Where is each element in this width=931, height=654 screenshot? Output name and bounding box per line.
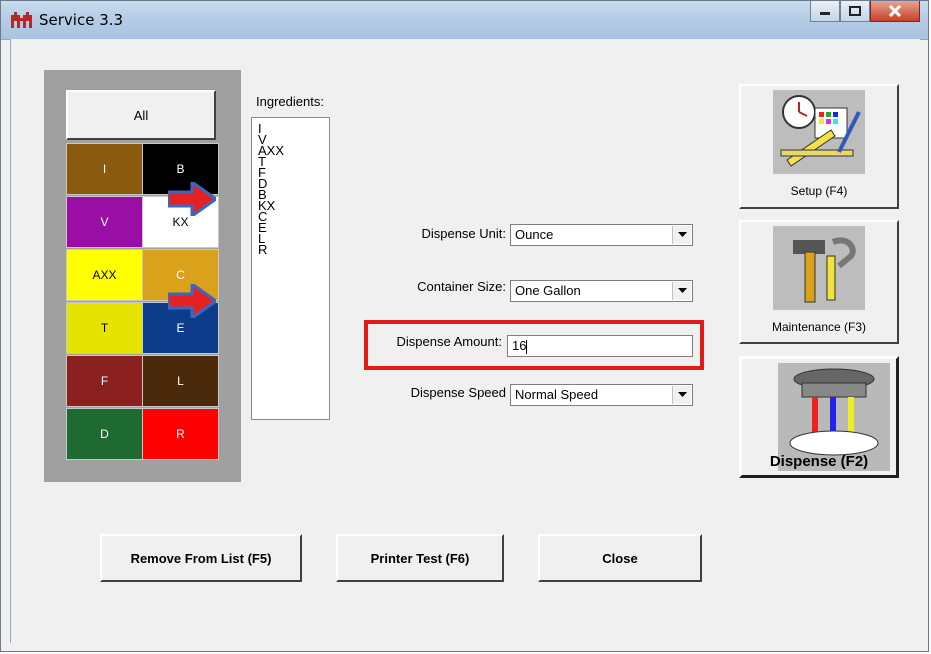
ingredient-item[interactable]: E: [258, 221, 329, 234]
close-icon: [888, 5, 902, 17]
maintenance-label: Maintenance (F3): [771, 320, 867, 334]
color-cell-v[interactable]: V: [66, 196, 143, 248]
dispense-unit-select[interactable]: Ounce: [510, 224, 693, 246]
ingredient-item[interactable]: L: [258, 232, 329, 245]
close-window-button[interactable]: [870, 1, 920, 22]
close-button[interactable]: Close: [538, 534, 702, 582]
ingredients-label: Ingredients:: [256, 94, 324, 109]
ingredient-item[interactable]: R: [258, 243, 329, 256]
tools-icon: [773, 226, 865, 310]
dispense-amount-input[interactable]: 16: [507, 335, 693, 357]
ingredients-list[interactable]: I V AXX T F D B KX C E L R: [251, 117, 330, 420]
setup-label: Setup (F4): [790, 184, 848, 198]
maintenance-button[interactable]: Maintenance (F3): [739, 220, 899, 344]
ingredient-item[interactable]: D: [258, 177, 329, 190]
color-cell-r[interactable]: R: [142, 408, 219, 460]
printer-test-button[interactable]: Printer Test (F6): [336, 534, 504, 582]
color-cell-i[interactable]: I: [66, 143, 143, 195]
setup-icon: [773, 90, 865, 174]
dispense-label: Dispense (F2): [769, 453, 869, 470]
ingredient-item[interactable]: AXX: [258, 144, 329, 157]
color-cell-axx[interactable]: AXX: [66, 249, 143, 301]
remove-from-list-button[interactable]: Remove From List (F5): [100, 534, 302, 582]
dispense-unit-label: Dispense Unit:: [421, 226, 506, 241]
ingredient-item[interactable]: KX: [258, 199, 329, 212]
setup-button[interactable]: Setup (F4): [739, 84, 899, 209]
chevron-down-icon[interactable]: [672, 226, 691, 244]
title-bar[interactable]: Service 3.3: [1, 1, 928, 40]
color-cell-t[interactable]: T: [66, 302, 143, 354]
minimize-button[interactable]: [810, 1, 840, 22]
container-size-select[interactable]: One Gallon: [510, 280, 693, 302]
ingredient-item[interactable]: F: [258, 166, 329, 179]
dispense-button[interactable]: Dispense (F2): [739, 356, 899, 478]
container-size-label: Container Size:: [417, 279, 506, 294]
dispense-unit-value: Ounce: [515, 227, 554, 242]
window-title: Service 3.3: [39, 11, 124, 29]
minimize-icon: [820, 12, 830, 15]
maximize-icon: [849, 6, 861, 16]
all-colors-button[interactable]: All: [66, 90, 216, 140]
maximize-button[interactable]: [840, 1, 870, 22]
red-arrow-icon: [168, 182, 216, 216]
dispense-amount-label: Dispense Amount:: [396, 334, 502, 349]
dispense-speed-value: Normal Speed: [515, 387, 599, 402]
app-logo-icon: [11, 12, 32, 28]
chevron-down-icon[interactable]: [672, 386, 691, 404]
color-cell-f[interactable]: F: [66, 355, 143, 407]
ingredient-item[interactable]: I: [258, 122, 329, 135]
red-arrow-icon: [168, 284, 216, 318]
container-size-value: One Gallon: [515, 283, 581, 298]
color-cell-l[interactable]: L: [142, 355, 219, 407]
chevron-down-icon[interactable]: [672, 282, 691, 300]
dispense-speed-select[interactable]: Normal Speed: [510, 384, 693, 406]
dispense-amount-value: 16: [512, 338, 527, 353]
color-cell-d[interactable]: D: [66, 408, 143, 460]
dispense-speed-label: Dispense Speed: [410, 385, 506, 400]
